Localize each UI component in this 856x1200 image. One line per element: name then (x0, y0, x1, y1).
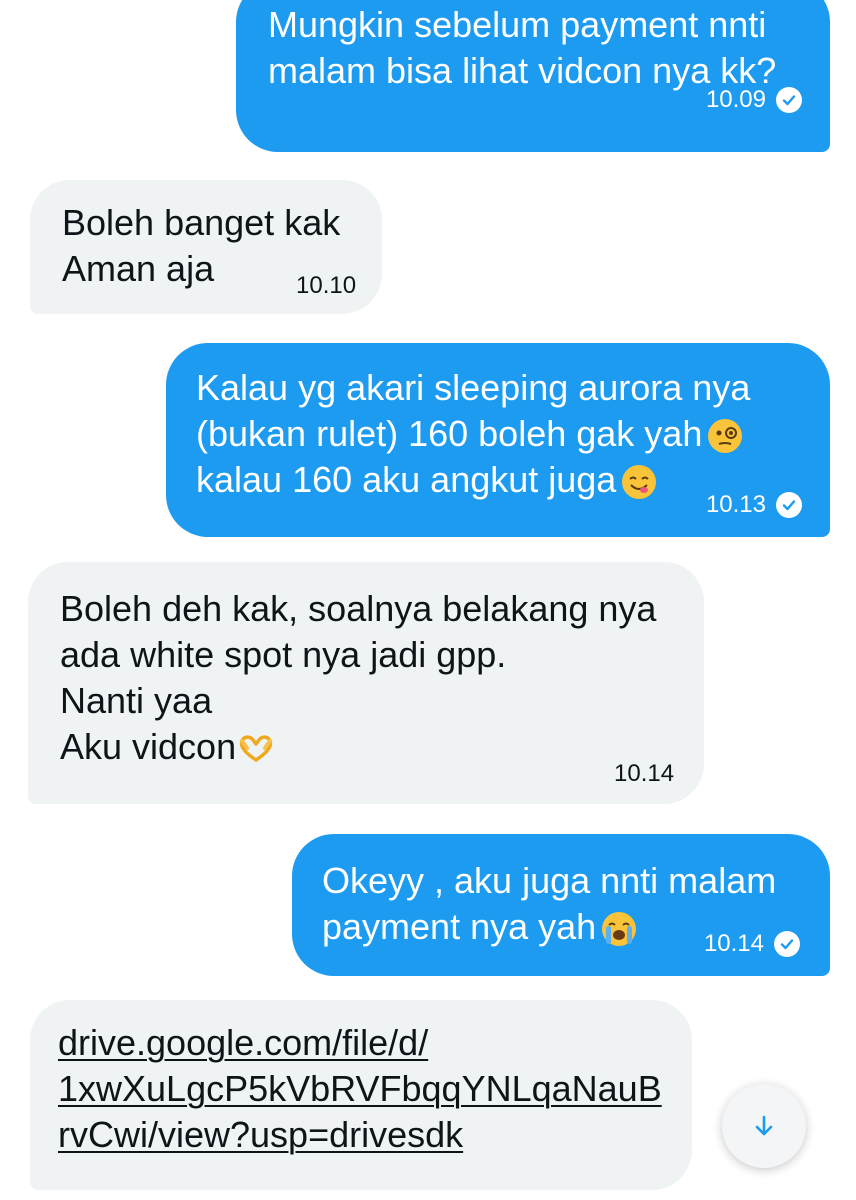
message-bubble-sent[interactable]: Mungkin sebelum payment nnti malam bisa … (236, 0, 830, 152)
shared-link[interactable]: rvCwi/view?usp=drivesdk (58, 1112, 692, 1158)
read-check-icon (776, 87, 802, 113)
message-text: Boleh banget kak (62, 202, 341, 243)
message-text: (bukan rulet) 160 boleh gak yah (196, 411, 830, 457)
message-meta: 10.09 (706, 86, 802, 114)
read-check-icon (776, 492, 802, 518)
heart-hands-emoji (239, 735, 273, 763)
message-meta: 10.13 (706, 491, 802, 519)
face-savoring-food-emoji (622, 465, 657, 500)
face-with-monocle-emoji (708, 419, 743, 454)
message-text: Nanti yaa (60, 680, 213, 721)
message-bubble-received[interactable]: Boleh banget kak Aman aja 10.10 (30, 180, 382, 314)
message-bubble-received[interactable]: drive.google.com/file/d/ 1xwXuLgcP5kVbRV… (30, 1000, 692, 1190)
message-text: Kalau yg akari sleeping aurora nya (196, 367, 751, 408)
message-meta: 10.14 (704, 930, 800, 958)
message-bubble-sent[interactable]: Kalau yg akari sleeping aurora nya (buka… (166, 343, 830, 537)
message-text: ada white spot nya jadi gpp. (60, 634, 507, 675)
arrow-down-icon (755, 1115, 773, 1136)
message-meta: 10.10 (296, 272, 356, 300)
message-timestamp: 10.09 (705, 86, 766, 113)
message-text: Mungkin sebelum payment nnti (268, 4, 767, 45)
read-check-icon (774, 931, 800, 957)
message-bubble-received[interactable]: Boleh deh kak, soalnya belakang nya ada … (28, 562, 704, 804)
message-text: Aku vidcon (60, 724, 704, 770)
shared-link[interactable]: 1xwXuLgcP5kVbRVFbqqYNLqaNauB (58, 1066, 692, 1112)
loudly-crying-face-emoji (602, 912, 637, 947)
message-timestamp: 10.13 (705, 491, 766, 518)
message-meta: 10.14 (614, 760, 674, 788)
message-timestamp: 10.14 (614, 760, 675, 787)
shared-link[interactable]: drive.google.com/file/d/ (58, 1020, 692, 1066)
message-text: Okeyy , aku juga nnti malam (322, 860, 777, 901)
message-text: Boleh deh kak, soalnya belakang nya (60, 588, 657, 629)
message-timestamp: 10.14 (703, 930, 764, 957)
message-bubble-sent[interactable]: Okeyy , aku juga nnti malam payment nya … (292, 834, 830, 976)
message-timestamp: 10.10 (296, 272, 357, 299)
scroll-to-bottom-button[interactable] (722, 1084, 806, 1168)
